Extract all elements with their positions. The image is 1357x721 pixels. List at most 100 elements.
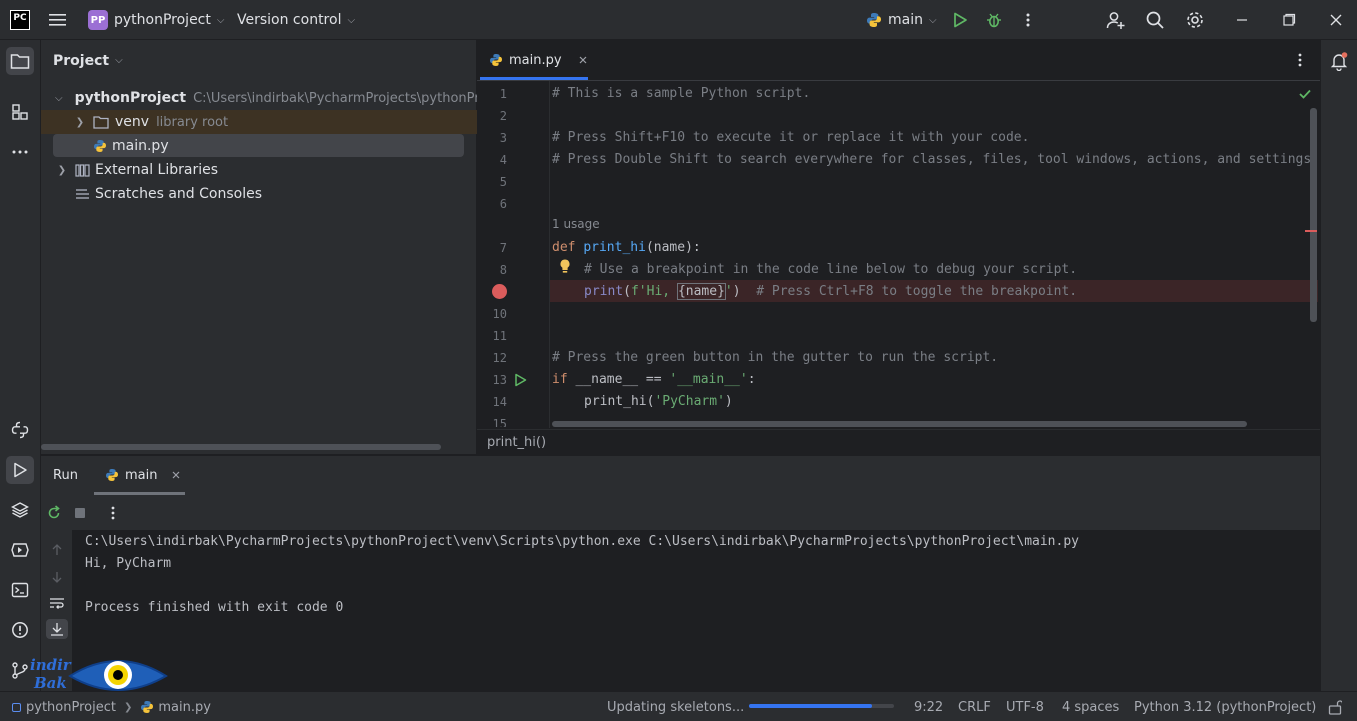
tab-options-button[interactable] xyxy=(1292,52,1308,68)
code-line-1[interactable]: # This is a sample Python script. xyxy=(552,83,810,105)
code-line-4[interactable]: # Press Double Shift to search everywher… xyxy=(552,149,1320,171)
code-line-14[interactable]: print_hi('PyCharm') xyxy=(584,391,733,413)
close-tab-icon[interactable] xyxy=(576,53,590,67)
project-panel-title: Project xyxy=(53,52,110,69)
python-file-icon xyxy=(490,54,502,66)
bug-icon xyxy=(987,13,1001,28)
arrow-down-icon[interactable] xyxy=(50,570,64,584)
rerun-icon[interactable] xyxy=(46,505,62,521)
chevron-down-icon: ⌵ xyxy=(347,14,356,26)
tree-node-main-py[interactable]: main.py xyxy=(41,134,477,158)
breakpoint-icon[interactable] xyxy=(492,284,507,299)
python-packages-tool-button[interactable] xyxy=(6,496,34,524)
project-panel-header[interactable]: Project ⌵ xyxy=(53,40,123,81)
python-icon xyxy=(867,13,881,27)
terminal-tool-button[interactable] xyxy=(6,576,34,604)
line-number: 14 xyxy=(492,395,507,409)
code-line-7[interactable]: def print_hi(name): xyxy=(552,237,701,259)
tab-label: main.py xyxy=(509,52,562,68)
structure-icon xyxy=(12,104,28,120)
debug-button[interactable] xyxy=(985,0,1003,40)
code-line-13[interactable]: if __name__ == '__main__': xyxy=(552,369,756,391)
editor-area: main.py 1 2 3 4 5 6 7 8 10 11 12 13 14 1… xyxy=(477,40,1320,454)
close-icon xyxy=(1330,14,1342,26)
code-text: ) xyxy=(724,394,733,409)
tree-node-external-libraries[interactable]: ❯ External Libraries xyxy=(41,158,477,182)
caret-position[interactable]: 9:22 xyxy=(914,692,943,721)
run-icon xyxy=(954,12,967,28)
editor-tab-main-py[interactable]: main.py xyxy=(489,40,590,80)
run-button[interactable] xyxy=(951,0,969,40)
line-separator[interactable]: CRLF xyxy=(958,692,991,721)
tree-label: main.py xyxy=(112,138,169,154)
maximize-button[interactable] xyxy=(1281,0,1297,40)
run-tool-button[interactable] xyxy=(6,456,34,484)
project-selector[interactable]: PP pythonProject ⌵ xyxy=(88,0,224,40)
vertical-scrollbar[interactable] xyxy=(1310,108,1317,322)
soft-wrap-icon[interactable] xyxy=(49,596,65,610)
code-breadcrumb[interactable]: print_hi() xyxy=(487,435,546,450)
tree-hint: C:\Users\indirbak\PycharmProjects\python… xyxy=(193,90,477,106)
more-actions-button[interactable] xyxy=(1020,0,1036,40)
editor-horizontal-scrollbar[interactable] xyxy=(552,421,1247,427)
arrow-up-icon[interactable] xyxy=(50,543,64,557)
interpreter-selector[interactable]: Python 3.12 (pythonProject) xyxy=(1134,692,1316,721)
code-line-9[interactable]: print(f'Hi, {name}') # Press Ctrl+F8 to … xyxy=(584,281,1077,303)
gutter-run-icon[interactable] xyxy=(513,373,527,387)
project-badge: PP xyxy=(88,10,108,30)
run-tab-main[interactable]: main xyxy=(105,456,183,494)
run-console-output[interactable]: C:\Users\indirbak\PycharmProjects\python… xyxy=(72,530,1320,692)
indent-setting[interactable]: 4 spaces xyxy=(1062,692,1119,721)
tree-label: External Libraries xyxy=(95,162,218,178)
usage-inlay-hint[interactable]: 1 usage xyxy=(552,217,600,231)
function-name: print_hi xyxy=(583,240,646,255)
line-number: 3 xyxy=(499,131,507,145)
code-line-3[interactable]: # Press Shift+F10 to execute it or repla… xyxy=(552,127,1029,149)
close-window-button[interactable] xyxy=(1328,0,1344,40)
lightbulb-icon[interactable] xyxy=(558,258,572,274)
close-tab-icon[interactable] xyxy=(169,468,183,482)
more-horizontal-icon xyxy=(12,150,28,154)
scroll-to-end-button[interactable] xyxy=(46,619,68,639)
code-with-me-button[interactable] xyxy=(1106,0,1126,40)
tree-node-root[interactable]: ⌵ pythonProject C:\Users\indirbak\Pychar… xyxy=(41,86,477,110)
run-tool-window: Run main C:\Users\indirbak\PycharmProjec… xyxy=(41,455,1320,692)
services-tool-button[interactable] xyxy=(6,536,34,564)
status-breadcrumb[interactable]: pythonProject ❯ main.py xyxy=(12,692,211,721)
structure-tool-button[interactable] xyxy=(6,98,34,126)
horizontal-scrollbar[interactable] xyxy=(41,444,441,450)
background-task-label: Updating skeletons... xyxy=(607,699,745,715)
search-button[interactable] xyxy=(1145,0,1165,40)
minimize-button[interactable] xyxy=(1234,0,1250,40)
vcs-selector[interactable]: Version control ⌵ xyxy=(237,0,355,40)
chevron-right-icon: ❯ xyxy=(57,164,67,176)
tree-node-venv[interactable]: ❯ venv library root xyxy=(41,110,477,134)
check-icon[interactable] xyxy=(1298,88,1312,100)
more-tools-button[interactable] xyxy=(6,138,34,166)
chevron-down-icon: ⌵ xyxy=(55,92,63,104)
gear-icon xyxy=(1187,12,1203,28)
notifications-button[interactable] xyxy=(1325,47,1353,75)
run-config-selector[interactable]: main ⌵ xyxy=(866,0,937,40)
problems-tool-button[interactable] xyxy=(6,616,34,644)
file-encoding[interactable]: UTF-8 xyxy=(1006,692,1044,721)
layers-icon xyxy=(11,502,29,518)
more-vertical-icon[interactable] xyxy=(105,505,121,521)
error-stripe-marker[interactable] xyxy=(1305,230,1317,232)
unlock-icon[interactable] xyxy=(1328,699,1342,715)
project-panel: Project ⌵ ⌵ pythonProject C:\Users\indir… xyxy=(41,40,477,454)
background-task[interactable]: Updating skeletons... xyxy=(607,692,744,721)
folder-icon xyxy=(10,54,30,69)
python-console-tool-button[interactable] xyxy=(6,416,34,444)
stop-icon[interactable] xyxy=(75,508,85,518)
code-text: __name__ == xyxy=(575,372,670,387)
watermark-text: indir xyxy=(30,656,71,674)
status-bar: pythonProject ❯ main.py Updating skeleto… xyxy=(0,691,1357,721)
main-menu-button[interactable] xyxy=(48,0,68,40)
settings-button[interactable] xyxy=(1185,0,1205,40)
code-line-12[interactable]: # Press the green button in the gutter t… xyxy=(552,347,998,369)
tree-label: venv xyxy=(115,114,150,130)
tree-node-scratches[interactable]: Scratches and Consoles xyxy=(41,182,477,206)
project-tool-button[interactable] xyxy=(6,47,34,75)
code-line-8[interactable]: # Use a breakpoint in the code line belo… xyxy=(584,259,1077,281)
